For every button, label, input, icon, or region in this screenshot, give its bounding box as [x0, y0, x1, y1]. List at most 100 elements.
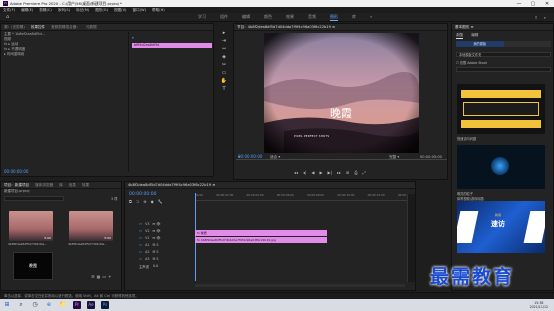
- search-icon[interactable]: ⌕: [17, 301, 25, 309]
- ripple-edit-tool-icon[interactable]: ⇿: [222, 46, 226, 52]
- menu-help[interactable]: 帮助(H): [152, 8, 165, 13]
- timeline-horizontal-scrollbar[interactable]: [195, 284, 405, 287]
- close-button[interactable]: ✕: [540, 1, 554, 7]
- menu-sequence[interactable]: 序列(S): [58, 8, 70, 13]
- hand-tool-icon[interactable]: ✋: [221, 78, 227, 84]
- go-to-out-icon[interactable]: ▶|: [328, 170, 332, 175]
- timeline-clip-v1[interactable]: fx 4b8f2dea8df5d7d04dda7f9f4c96a03f6c22b…: [195, 237, 327, 243]
- step-back-icon[interactable]: ◂◂: [294, 170, 298, 175]
- template-thumbnail[interactable]: [457, 145, 545, 189]
- play-icon[interactable]: ▶: [319, 170, 322, 175]
- project-item[interactable]: 晚霞: [13, 252, 53, 280]
- edge-icon[interactable]: e: [45, 301, 53, 309]
- workspace-tab-audio[interactable]: 音频: [308, 14, 316, 21]
- workspace-tab-assembly[interactable]: 组件: [220, 14, 228, 21]
- program-monitor-title[interactable]: 节目：4b8f2dea8df5d7d04dda7f9f4c96a03f6c22b…: [237, 25, 335, 30]
- quality-dropdown[interactable]: 完整 ▾: [389, 155, 399, 160]
- linked-selection-icon[interactable]: ⊕: [143, 199, 146, 204]
- keyframe-clip-bar[interactable]: bfff4d2ea8df5d: [132, 43, 212, 48]
- workspace-tab-effects[interactable]: 效果: [286, 14, 294, 21]
- razor-tool-icon[interactable]: ✂: [222, 62, 226, 68]
- template-thumbnail[interactable]: [457, 84, 545, 134]
- tab-source[interactable]: 源：(无剪辑): [4, 25, 25, 30]
- step-forward-icon[interactable]: ▸▸: [337, 170, 341, 175]
- start-icon[interactable]: ⊞: [3, 301, 11, 309]
- timeline-ruler[interactable]: 00:00 00:00:02:00 00:00:04:00 00:00:06:0…: [195, 193, 415, 201]
- eg-search-input[interactable]: [456, 67, 551, 72]
- tab-effects[interactable]: 效果: [82, 183, 89, 188]
- icon-view-icon[interactable]: ▦: [97, 274, 101, 279]
- rectangle-tool-icon[interactable]: ▭: [222, 70, 227, 76]
- clock[interactable]: 15:38 2021/11/12: [530, 301, 548, 309]
- workspace-tab-libraries[interactable]: 库: [352, 14, 356, 21]
- type-tool-icon[interactable]: T: [222, 86, 225, 92]
- menu-window[interactable]: 窗口(W): [132, 8, 146, 13]
- minimize-button[interactable]: —: [512, 1, 526, 7]
- track-header-v1[interactable]: ▭ V1 ⊟ 👁: [139, 236, 195, 243]
- workspace-tab-graphics[interactable]: 图形: [330, 14, 338, 21]
- selection-tool-icon[interactable]: ▸: [223, 30, 226, 36]
- track-header-a2[interactable]: ▭ A2 M S: [139, 250, 195, 257]
- workspace-tab-editing[interactable]: 编辑: [242, 14, 250, 21]
- tab-metadata[interactable]: 元数据: [86, 25, 97, 30]
- tab-info[interactable]: 信息: [69, 183, 76, 188]
- new-item-icon[interactable]: +: [108, 274, 111, 279]
- new-bin-icon[interactable]: ▭: [102, 274, 106, 279]
- list-view-icon[interactable]: ☰: [91, 274, 95, 279]
- program-timecode-left[interactable]: 00:00:00:00: [238, 154, 262, 159]
- tab-media-browser[interactable]: 媒体浏览器: [35, 183, 53, 188]
- safe-margins-icon[interactable]: ⊞: [346, 170, 349, 175]
- wrench-icon[interactable]: 🔧: [158, 199, 163, 204]
- track-header-v2[interactable]: ▭ V2 ⊟ 👁: [139, 229, 195, 236]
- task-view-icon[interactable]: ◷: [31, 301, 39, 309]
- tab-audio-mixer[interactable]: 音频剪辑混合器：: [51, 25, 80, 30]
- eg-folder-dropdown[interactable]: 本地模板文件夹: [456, 52, 551, 57]
- home-icon[interactable]: ⌂: [6, 14, 11, 20]
- export-frame-icon[interactable]: ⎙: [354, 170, 357, 175]
- program-video-frame[interactable]: 晚霞 PIXEL PERFECT SHOTS: [264, 33, 419, 153]
- timeline-clip-v2[interactable]: fx 晚霞: [195, 230, 327, 236]
- tab-project[interactable]: 项目：新建项目: [4, 183, 29, 188]
- zoom-dropdown[interactable]: 适合 ▾: [270, 155, 280, 160]
- workspace-tab-color[interactable]: 颜色: [264, 14, 272, 21]
- timeline-timecode[interactable]: 00:00:00:00: [129, 192, 156, 197]
- project-item[interactable]: 5:00: [69, 211, 113, 241]
- menu-marker[interactable]: 标记(M): [76, 8, 89, 13]
- step-back-frame-icon[interactable]: ◀: [311, 170, 314, 175]
- project-search-input[interactable]: [4, 196, 64, 201]
- effect-controls-timecode[interactable]: 00:00:00:00: [4, 169, 28, 174]
- time-remap-row[interactable]: ▸ 时间重映射: [1, 52, 128, 57]
- nest-icon[interactable]: ⧉: [129, 199, 132, 204]
- eg-my-templates-button[interactable]: 我的模板: [456, 41, 504, 47]
- maximize-button[interactable]: ▢: [526, 1, 540, 7]
- track-header-master[interactable]: 主声道 0.0: [139, 264, 195, 271]
- file-explorer-icon[interactable]: 📁: [59, 301, 67, 309]
- eg-tab-browse[interactable]: 浏览: [456, 33, 464, 39]
- menu-edit[interactable]: 编辑(E): [21, 8, 33, 13]
- premiere-icon[interactable]: Pr: [73, 301, 81, 309]
- search-icon[interactable]: ⌕: [544, 15, 546, 20]
- eg-stock-checkbox[interactable]: ☐ 仅限 Adobe Stock: [456, 60, 487, 65]
- fullscreen-icon[interactable]: ⤢: [363, 170, 366, 175]
- track-header-a1[interactable]: ▭ A1 M S: [139, 243, 195, 250]
- eg-adobe-stock-button[interactable]: [503, 41, 551, 47]
- menu-file[interactable]: 文件(F): [3, 8, 15, 13]
- track-select-tool-icon[interactable]: ⇥: [222, 38, 226, 44]
- project-item[interactable]: 5:00: [9, 211, 53, 241]
- eg-tab-edit[interactable]: 编辑: [471, 33, 478, 39]
- workspace-tab-learn[interactable]: 学习: [198, 14, 206, 21]
- timeline-tab[interactable]: 4b8f2dea8df5d7d04dda7f9f4c96a03f6c22b19 …: [128, 183, 215, 187]
- slip-tool-icon[interactable]: ◈: [222, 54, 226, 60]
- workspace-more-icon[interactable]: »: [370, 14, 372, 21]
- snap-icon[interactable]: ⊃: [136, 199, 139, 204]
- track-header-a3[interactable]: ▭ A3 M S: [139, 257, 195, 264]
- share-icon[interactable]: ⇪: [534, 15, 537, 20]
- menu-clip[interactable]: 剪辑(C): [39, 8, 52, 13]
- go-to-in-icon[interactable]: ◂|: [303, 170, 306, 175]
- template-thumbnail[interactable]: 新闻 速访: [457, 201, 545, 253]
- marker-icon[interactable]: ◆: [151, 199, 154, 204]
- after-effects-icon[interactable]: Ae: [87, 301, 95, 309]
- tab-effect-controls[interactable]: 效果控件: [31, 25, 45, 30]
- tab-libraries[interactable]: 库: [59, 183, 63, 188]
- menu-graphics[interactable]: 图形(G): [95, 8, 108, 13]
